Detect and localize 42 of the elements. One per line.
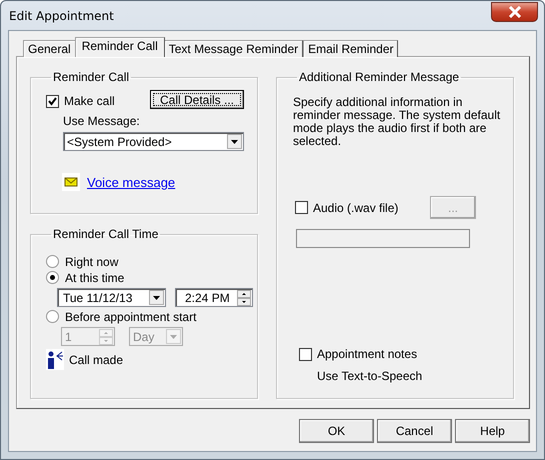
description-text: Specify additional information in reminder message. The system default mode plays the audio first if both are selected. [293,96,502,148]
checkbox-label: Audio (.wav file) [313,200,398,214]
radio-label: Right now [65,254,118,268]
message-dropdown[interactable]: <System Provided> [63,132,244,151]
dialog-button[interactable]: OK [299,419,374,443]
dialog-button[interactable]: Cancel [377,419,452,443]
checkbox[interactable] [299,348,312,360]
field-label: Use Message: [63,114,141,128]
tab[interactable]: Email Reminder [303,40,398,57]
dropdown-arrow-icon [231,140,238,144]
status-text: Call made [69,352,124,366]
person-calling-icon [46,349,64,370]
checkbox-label: Make call [64,94,115,108]
hint-text: Use Text-to-Speech [317,369,424,383]
radio-button[interactable] [46,310,59,323]
group-title: Reminder Call [52,70,130,84]
dropdown-arrow-icon [153,296,160,300]
checkbox-label: Appointment notes [317,347,418,361]
window-title: Edit Appointment [9,9,114,23]
checkbox[interactable] [295,201,308,214]
group-title: Additional Reminder Message [298,70,460,84]
radio-button[interactable] [46,271,59,284]
radio-label: Before appointment start [65,310,196,324]
time-field[interactable]: 2:24 PM [175,288,253,307]
radio-button[interactable] [46,255,59,268]
call-details-button[interactable]: Call Details ... [150,90,244,109]
close-icon [508,6,522,18]
group-title: Reminder Call Time [52,227,160,241]
dialog-button[interactable]: Help [455,419,530,443]
envelope-icon [62,173,80,191]
date-picker[interactable]: Tue 11/12/13 [57,288,166,307]
spinner-icon [99,328,113,344]
tab[interactable]: Text Message Reminder [164,40,304,57]
checkbox[interactable] [46,94,59,108]
spinner-icon [237,290,251,306]
file-path-field[interactable] [296,229,470,248]
voice-message-link[interactable]: Voice message [87,174,176,190]
radio-label: At this time [65,270,124,284]
tab[interactable]: General [23,40,76,57]
close-button[interactable] [491,2,538,22]
dropdown-arrow-icon [170,334,177,338]
tab[interactable]: Reminder Call [74,37,165,57]
